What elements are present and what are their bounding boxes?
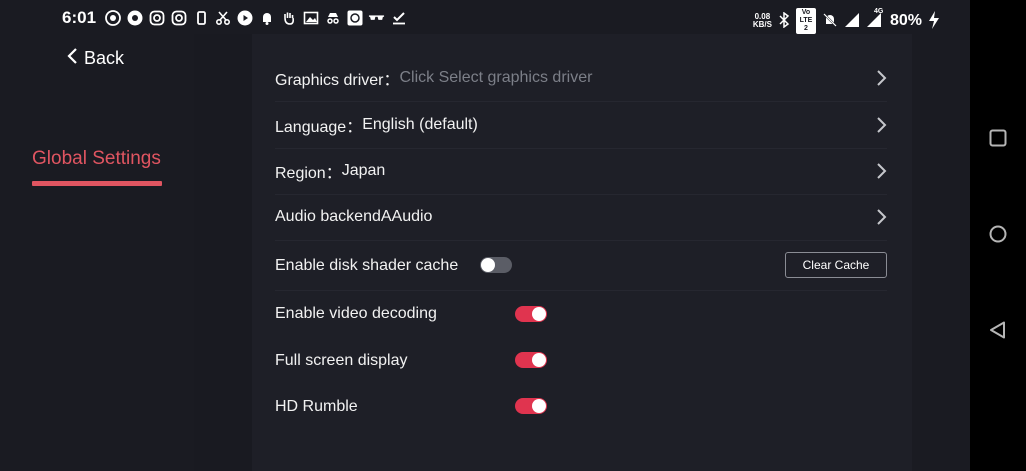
phone-device-icon [192, 9, 209, 26]
toggle-knob [481, 258, 495, 272]
audio-backend-value: AAudio [380, 208, 433, 225]
hd-rumble-toggle[interactable] [515, 398, 547, 414]
video-decoding-label: Enable video decoding [275, 305, 437, 322]
disk-shader-cache-label: Enable disk shader cache [275, 257, 459, 274]
language-row[interactable]: Language： English (default) [275, 113, 478, 137]
graphics-driver-label: Graphics driver： [275, 72, 400, 89]
toggle-knob [532, 399, 546, 413]
language-label: Language： [275, 119, 363, 136]
gutter [194, 34, 252, 471]
chevron-right-icon[interactable] [876, 208, 888, 226]
glasses-icon [368, 9, 385, 26]
status-time: 6:01 [62, 8, 97, 27]
scissors-icon [214, 9, 231, 26]
active-tab-indicator [32, 181, 162, 186]
region-value: Japan [341, 162, 386, 179]
signal-icon-2: 4G [866, 8, 884, 31]
system-status: 0.08 KB/S Vo LTE 2 4G 80% [753, 8, 940, 34]
disk-shader-cache-row: Enable disk shader cache [275, 254, 458, 278]
bell-icon [258, 9, 275, 26]
region-row[interactable]: Region： Japan [275, 159, 385, 183]
sidebar-item-global-settings[interactable]: Global Settings [32, 148, 161, 170]
charging-icon [928, 10, 940, 32]
sidebar [0, 34, 194, 471]
back-button[interactable]: Back [66, 47, 124, 69]
clear-cache-button[interactable]: Clear Cache [785, 252, 887, 278]
system-navigation-bar [970, 0, 1026, 471]
video-decoding-row: Enable video decoding [275, 302, 437, 326]
disk-shader-cache-toggle[interactable] [480, 257, 512, 273]
graphics-driver-row[interactable]: Graphics driver： Click Select graphics d… [275, 66, 592, 90]
back-label: Back [84, 47, 125, 68]
bluetooth-icon [778, 11, 790, 31]
status-bar: 6:01 0.08 KB/S Vo LTE 2 4G 80% [0, 0, 970, 34]
audio-backend-label: Audio backend [275, 208, 381, 225]
play-icon [236, 9, 253, 26]
instagram-icon-2 [170, 9, 187, 26]
divider [275, 148, 887, 149]
volte-icon: Vo LTE 2 [795, 8, 816, 34]
signal-icon-1 [844, 12, 860, 31]
full-screen-toggle[interactable] [515, 352, 547, 368]
incognito-icon [324, 9, 341, 26]
video-decoding-toggle[interactable] [515, 306, 547, 322]
toggle-knob [532, 307, 546, 321]
chevron-left-icon [66, 47, 78, 69]
audio-backend-row[interactable]: Audio backend AAudio [275, 205, 432, 229]
recents-square-icon[interactable] [989, 129, 1007, 147]
notification-icons [104, 9, 407, 26]
network-speed: 0.08 KB/S [753, 13, 772, 29]
instagram-icon [148, 9, 165, 26]
battery-percent: 80% [889, 12, 922, 29]
app-badge-icon [346, 9, 363, 26]
toggle-knob [532, 353, 546, 367]
full-screen-label: Full screen display [275, 352, 408, 369]
task-done-icon [390, 9, 407, 26]
image-icon [302, 9, 319, 26]
whatsapp-business-icon [126, 9, 143, 26]
right-margin [912, 34, 970, 471]
divider [275, 194, 887, 195]
home-circle-icon[interactable] [989, 225, 1007, 243]
chevron-right-icon[interactable] [876, 69, 888, 87]
back-triangle-icon[interactable] [989, 321, 1007, 339]
chevron-right-icon[interactable] [876, 116, 888, 134]
full-screen-row: Full screen display [275, 349, 408, 373]
hd-rumble-label: HD Rumble [275, 398, 358, 415]
mute-icon [822, 12, 838, 31]
language-value: English (default) [362, 116, 478, 133]
chevron-right-icon[interactable] [876, 162, 888, 180]
whatsapp-icon [104, 9, 121, 26]
divider [275, 290, 887, 291]
divider [275, 240, 887, 241]
graphics-driver-value: Click Select graphics driver [399, 69, 593, 86]
hd-rumble-row: HD Rumble [275, 395, 358, 419]
hand-icon [280, 9, 297, 26]
network-speed-unit: KB/S [752, 20, 772, 29]
region-label: Region： [275, 165, 342, 182]
divider [275, 101, 887, 102]
lte-label: 4G [873, 7, 884, 15]
